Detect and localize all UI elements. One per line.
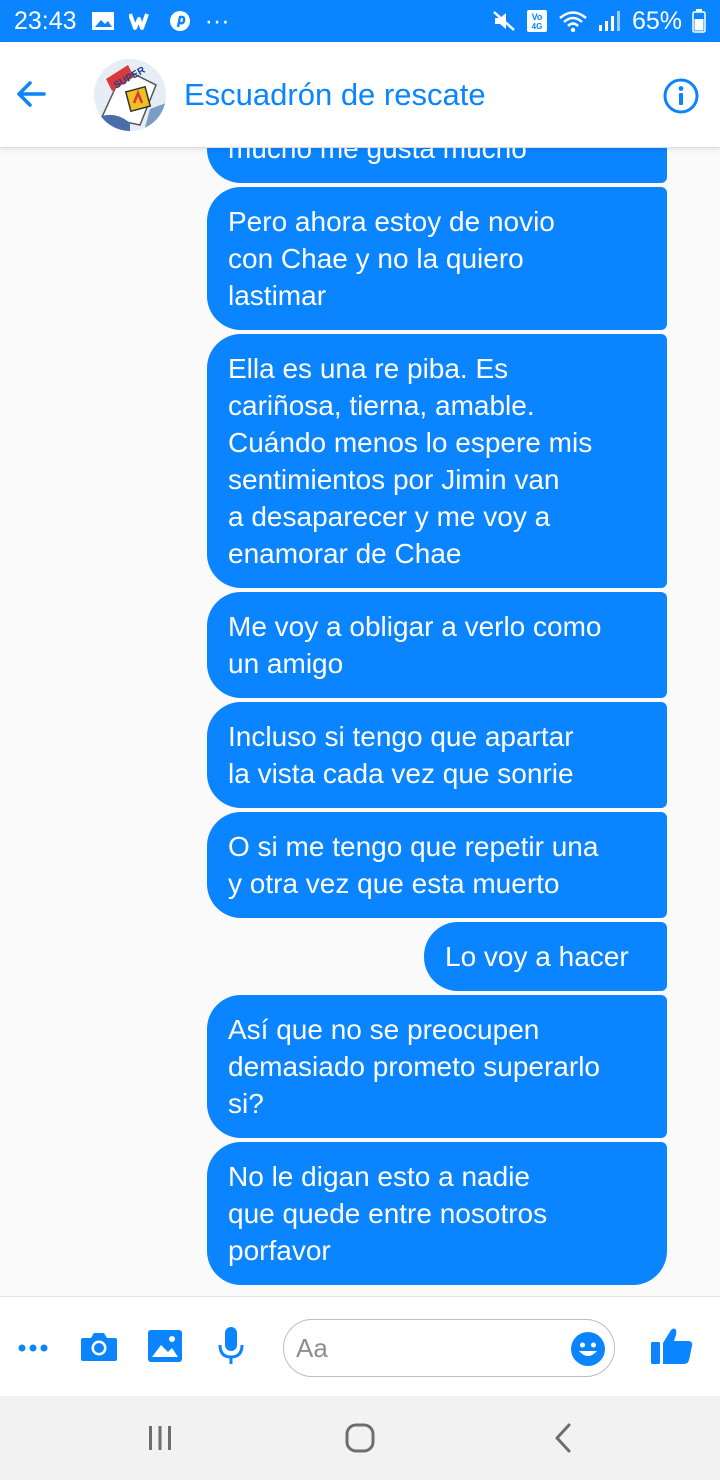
message-input-box[interactable]: [283, 1319, 615, 1377]
system-nav-bar: [0, 1396, 720, 1480]
pinterest-icon: [169, 10, 191, 32]
like-thumbs-up-icon[interactable]: [650, 1326, 694, 1371]
battery-percent: 65%: [631, 6, 682, 35]
gallery-icon: [91, 11, 115, 31]
gallery-icon[interactable]: [147, 1329, 183, 1368]
message-bubble[interactable]: Me voy a obligar a verlo como un amigo: [207, 592, 667, 698]
chat-title[interactable]: Escuadrón de rescate: [184, 77, 486, 113]
svg-text:Vo: Vo: [532, 12, 543, 22]
emoji-icon[interactable]: [570, 1331, 606, 1367]
group-avatar[interactable]: SUPER: [94, 59, 166, 131]
message-bubble[interactable]: Así que no se preocupen demasiado promet…: [207, 995, 667, 1138]
recent-apps-icon[interactable]: [142, 1420, 178, 1456]
more-options-icon[interactable]: [16, 1331, 50, 1370]
message-bubble[interactable]: Pero ahora estoy de novio con Chae y no …: [207, 187, 667, 330]
home-icon[interactable]: [342, 1420, 378, 1456]
chat-header: SUPER Escuadrón de rescate: [0, 42, 720, 148]
message-list[interactable]: mucho me gusta mucho Pero ahora estoy de…: [0, 148, 720, 1296]
message-bubble[interactable]: Ella es una re piba. Es cariñosa, tierna…: [207, 334, 667, 588]
composer-bar: [0, 1296, 720, 1396]
message-input[interactable]: [296, 1328, 556, 1368]
svg-text:4G: 4G: [532, 22, 543, 31]
status-bar: 23:43 ··· Vo 4G 65%: [0, 0, 720, 42]
message-bubble[interactable]: O si me tengo que repetir una y otra vez…: [207, 812, 667, 918]
message-bubble[interactable]: Lo voy a hacer: [424, 922, 667, 991]
volte-icon: Vo 4G: [526, 9, 548, 33]
microphone-icon[interactable]: [217, 1326, 245, 1371]
mute-icon: [492, 10, 516, 32]
back-nav-icon[interactable]: [546, 1420, 582, 1456]
wattpad-icon: [128, 11, 155, 31]
signal-icon: [598, 10, 622, 32]
message-bubble[interactable]: Incluso si tengo que apartar la vista ca…: [207, 702, 667, 808]
more-notifications-icon: ···: [204, 6, 230, 35]
camera-icon[interactable]: [80, 1329, 118, 1368]
message-bubble[interactable]: mucho me gusta mucho: [207, 148, 667, 183]
battery-icon: [692, 9, 706, 33]
wifi-icon: [558, 9, 588, 33]
status-time: 23:43: [14, 6, 77, 35]
back-arrow-icon[interactable]: [14, 76, 50, 112]
message-bubble[interactable]: No le digan esto a nadie que quede entre…: [207, 1142, 667, 1285]
info-icon[interactable]: [662, 77, 700, 115]
